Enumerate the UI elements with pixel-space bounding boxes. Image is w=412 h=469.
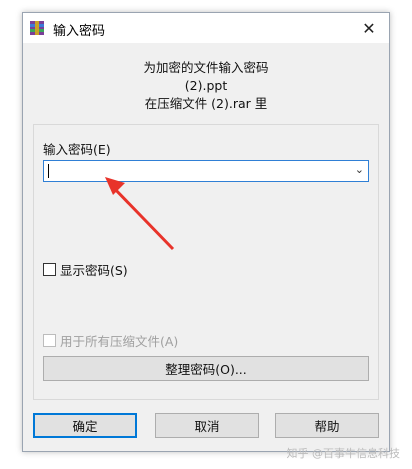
close-button[interactable]: ✕ [349,13,389,43]
title-bar: 输入密码 ✕ [23,13,389,43]
chevron-down-icon[interactable]: ⌄ [355,163,364,176]
use-for-all-box[interactable] [43,334,56,347]
ok-button[interactable]: 确定 [33,413,137,438]
window-title: 输入密码 [53,24,106,39]
password-label: 输入密码(E) [43,142,111,157]
info-archive: 在压缩文件 (2).rar 里 [144,96,268,111]
show-password-label: 显示密码(S) [60,263,128,278]
annotation-arrow [105,177,175,251]
show-password-box[interactable] [43,263,56,276]
use-for-all-label: 用于所有压缩文件(A) [60,334,179,349]
text-caret [48,164,49,178]
file-info: 为加密的文件输入密码 (2).ppt 在压缩文件 (2).rar 里 [23,59,389,113]
organize-passwords-button[interactable]: 整理密码(O)... [43,356,369,381]
password-dialog: 输入密码 ✕ 为加密的文件输入密码 (2).ppt 在压缩文件 (2).rar … [22,12,390,452]
info-prompt: 为加密的文件输入密码 [143,60,269,75]
use-for-all-checkbox[interactable]: 用于所有压缩文件(A) [43,331,178,350]
watermark: 知乎 @百事牛信息科技 [286,447,401,460]
winrar-icon [30,21,44,35]
close-icon: ✕ [362,18,376,38]
show-password-checkbox[interactable]: 显示密码(S) [43,260,128,279]
info-filename: (2).ppt [184,78,228,93]
cancel-button[interactable]: 取消 [155,413,259,438]
help-button[interactable]: 帮助 [275,413,379,438]
